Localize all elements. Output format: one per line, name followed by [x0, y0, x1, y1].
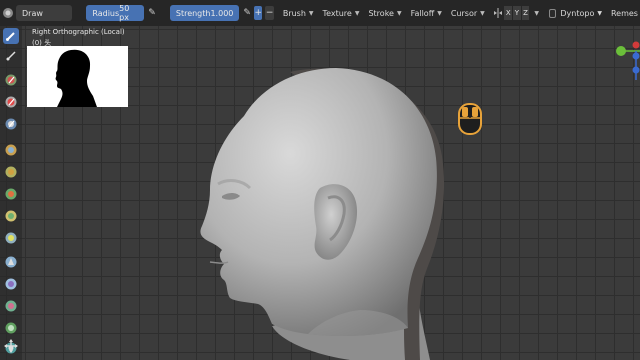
reference-image[interactable] — [27, 46, 128, 107]
cursor-menu[interactable]: Cursor ▼ — [451, 9, 485, 18]
mirror-x-button[interactable]: X — [504, 6, 513, 20]
draw-brush-icon[interactable] — [3, 28, 19, 44]
flatten-brush-icon[interactable] — [3, 230, 19, 246]
falloff-menu[interactable]: Falloff ▼ — [411, 9, 442, 18]
chevron-down-icon: ▼ — [308, 9, 314, 17]
mouse-icon — [456, 101, 484, 137]
falloff-menu-label: Falloff — [410, 8, 435, 18]
chevron-down-icon: ▼ — [480, 9, 485, 17]
cursor-menu-label: Cursor — [450, 8, 478, 18]
brush-mode-icon[interactable] — [2, 6, 14, 20]
remesh-label: Remes — [610, 8, 638, 18]
strength-pressure-icon[interactable]: ✎ — [243, 7, 251, 19]
crease-brush-icon[interactable] — [3, 186, 19, 202]
dyntopo-checkbox[interactable] — [549, 8, 557, 18]
direction-add-button[interactable]: + — [254, 6, 263, 20]
radius-field[interactable]: Radius 50 px — [86, 4, 145, 22]
chevron-down-icon: ▼ — [534, 9, 540, 17]
chevron-down-icon: ▼ — [437, 9, 442, 17]
mirror-y-button[interactable]: Y — [513, 6, 521, 20]
layer-brush-icon[interactable] — [3, 116, 19, 132]
brush-menu-label: Brush — [282, 8, 306, 18]
dyntopo-menu[interactable]: Dyntopo ▼ — [560, 9, 602, 18]
pinch-brush-icon[interactable] — [3, 298, 19, 314]
stroke-menu-label: Stroke — [368, 8, 394, 18]
chevron-down-icon: ▼ — [396, 9, 402, 17]
strength-value: 1.000 — [210, 8, 234, 18]
grab-brush-icon[interactable] — [3, 320, 19, 336]
remesh-menu[interactable]: Remes — [611, 9, 638, 18]
tool-header: Draw Radius 50 px ✎ Strength 1.000 ✎ + −… — [0, 0, 640, 26]
radius-value: 50 px — [119, 4, 130, 22]
clay-strips-brush-icon[interactable] — [3, 94, 19, 110]
brush-menu[interactable]: Brush ▼ — [283, 9, 314, 18]
inflate-brush-icon[interactable] — [3, 142, 19, 158]
strength-label: Strength — [175, 8, 211, 18]
chevron-down-icon: ▼ — [354, 9, 360, 17]
radius-pressure-icon[interactable]: ✎ — [148, 7, 156, 19]
radius-label: Radius — [92, 8, 120, 18]
chevron-down-icon: ▼ — [597, 9, 602, 17]
blob-brush-icon[interactable] — [3, 164, 19, 180]
navigation-gizmo[interactable] — [612, 40, 640, 80]
smooth-brush-icon[interactable] — [3, 208, 19, 224]
view-name: Right Orthographic (Local) — [32, 28, 125, 36]
clay-brush-icon[interactable] — [3, 72, 19, 88]
dyntopo-label: Dyntopo — [560, 8, 595, 18]
head-model[interactable] — [180, 66, 460, 360]
brush-select-label: Draw — [22, 8, 43, 18]
texture-menu-label: Texture — [322, 8, 352, 18]
symmetry-icon — [493, 6, 504, 20]
stroke-menu[interactable]: Stroke ▼ — [368, 9, 401, 18]
move-tool-icon[interactable] — [3, 338, 19, 354]
fill-brush-icon[interactable] — [3, 254, 19, 270]
draw-sharp-brush-icon[interactable] — [3, 48, 19, 64]
strength-field[interactable]: Strength 1.000 — [169, 5, 240, 21]
scrape-brush-icon[interactable] — [3, 276, 19, 292]
symmetry-options-dropdown[interactable]: ▼ — [531, 10, 539, 17]
texture-menu[interactable]: Texture ▼ — [323, 9, 360, 18]
mirror-z-button[interactable]: Z — [521, 6, 530, 20]
tool-shelf — [0, 26, 22, 360]
brush-select[interactable]: Draw — [16, 5, 73, 21]
direction-subtract-button[interactable]: − — [265, 6, 274, 20]
